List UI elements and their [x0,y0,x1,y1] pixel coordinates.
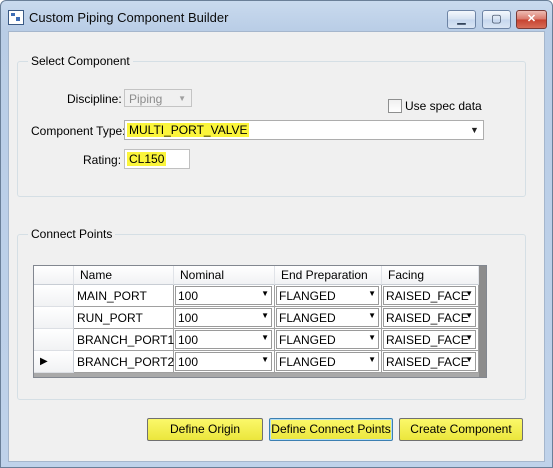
minimize-icon: ▁ [457,13,466,25]
column-header-end-preparation[interactable]: End Preparation [275,266,382,285]
facing-cell[interactable]: RAISED_FACE ▼ [382,351,479,373]
component-type-value: MULTI_PORT_VALVE [127,123,250,137]
end-prep-cell[interactable]: FLANGED ▼ [275,285,382,307]
diameter-cell[interactable]: 100 ▼ [174,351,275,373]
end-prep-value: FLANGED [279,333,336,347]
column-header-name[interactable]: Name [74,266,174,285]
use-spec-label[interactable]: Use spec data [405,99,482,113]
discipline-label: Discipline: [67,92,122,106]
facing-value: RAISED_FACE [386,289,469,303]
facing-select[interactable]: RAISED_FACE ▼ [383,286,476,305]
component-type-select[interactable]: MULTI_PORT_VALVE ▼ [124,120,484,140]
chevron-down-icon[interactable]: ▼ [465,289,473,298]
facing-value: RAISED_FACE [386,355,469,369]
discipline-select[interactable]: Piping ▼ [124,89,192,107]
end-prep-value: FLANGED [279,355,336,369]
minimize-button[interactable]: ▁ [447,10,476,29]
table-row-name-cell[interactable]: MAIN_PORT [74,285,174,307]
chevron-down-icon[interactable]: ▼ [261,355,269,364]
grid-corner-header [34,266,74,285]
chevron-down-icon[interactable]: ▼ [368,289,376,298]
end-prep-value: FLANGED [279,289,336,303]
end-prep-cell[interactable]: FLANGED ▼ [275,329,382,351]
define-origin-button[interactable]: Define Origin [147,418,263,441]
port-name: BRANCH_PORT1 [77,333,175,347]
chevron-down-icon[interactable]: ▼ [261,289,269,298]
chevron-down-icon: ▼ [178,94,186,103]
define-connect-points-button[interactable]: Define Connect Points [269,418,393,441]
close-button[interactable]: ✕ [516,10,547,29]
select-component-group-title: Select Component [28,54,133,68]
port-name: MAIN_PORT [77,289,147,303]
rating-value: CL150 [127,152,167,166]
facing-cell[interactable]: RAISED_FACE ▼ [382,307,479,329]
chevron-down-icon[interactable]: ▼ [368,311,376,320]
end-prep-select[interactable]: FLANGED ▼ [276,286,379,305]
diameter-cell[interactable]: 100 ▼ [174,329,275,351]
port-name: BRANCH_PORT2 [77,355,175,369]
end-prep-value: FLANGED [279,311,336,325]
diameter-cell[interactable]: 100 ▼ [174,307,275,329]
connect-points-grid: Name Nominal Diameter End Preparation Fa… [33,265,487,378]
discipline-value: Piping [129,92,163,106]
diameter-select[interactable]: 100 ▼ [175,330,272,349]
use-spec-checkbox[interactable] [388,99,402,113]
chevron-down-icon[interactable]: ▼ [261,311,269,320]
table-row-name-cell[interactable]: RUN_PORT [74,307,174,329]
facing-cell[interactable]: RAISED_FACE ▼ [382,329,479,351]
diameter-value: 100 [178,311,199,325]
diameter-cell[interactable]: 100 ▼ [174,285,275,307]
column-header-facing[interactable]: Facing [382,266,479,285]
chevron-down-icon[interactable]: ▼ [368,355,376,364]
facing-select[interactable]: RAISED_FACE ▼ [383,308,476,327]
facing-select[interactable]: RAISED_FACE ▼ [383,352,476,371]
diameter-value: 100 [178,333,199,347]
facing-value: RAISED_FACE [386,311,469,325]
row-header[interactable] [34,285,74,307]
end-prep-cell[interactable]: FLANGED ▼ [275,351,382,373]
close-icon: ✕ [526,13,537,25]
component-type-label: Component Type: [31,124,126,138]
row-header[interactable] [34,329,74,351]
chevron-down-icon[interactable]: ▼ [261,333,269,342]
end-prep-select[interactable]: FLANGED ▼ [276,352,379,371]
facing-cell[interactable]: RAISED_FACE ▼ [382,285,479,307]
column-header-nominal-diameter[interactable]: Nominal Diameter [174,266,275,300]
rating-label: Rating: [83,153,122,167]
diameter-select[interactable]: 100 ▼ [175,308,272,327]
facing-value: RAISED_FACE [386,333,469,347]
maximize-icon: ▢ [491,13,502,25]
end-prep-select[interactable]: FLANGED ▼ [276,308,379,327]
end-prep-cell[interactable]: FLANGED ▼ [275,307,382,329]
end-prep-select[interactable]: FLANGED ▼ [276,330,379,349]
facing-select[interactable]: RAISED_FACE ▼ [383,330,476,349]
chevron-down-icon[interactable]: ▼ [465,311,473,320]
chevron-down-icon[interactable]: ▼ [465,333,473,342]
port-name: RUN_PORT [77,311,143,325]
diameter-select[interactable]: 100 ▼ [175,286,272,305]
table-row-name-cell[interactable]: BRANCH_PORT1 [74,329,174,351]
row-header-current[interactable]: ▶ [34,351,74,373]
diameter-select[interactable]: 100 ▼ [175,352,272,371]
connect-points-group-title: Connect Points [28,227,116,241]
chevron-down-icon[interactable]: ▼ [368,333,376,342]
window-title: Custom Piping Component Builder [29,10,229,25]
row-header[interactable] [34,307,74,329]
chevron-down-icon[interactable]: ▼ [465,355,473,364]
maximize-button[interactable]: ▢ [482,10,511,29]
chevron-down-icon[interactable]: ▼ [467,122,482,138]
rating-input[interactable]: CL150 [124,149,190,169]
diameter-value: 100 [178,355,199,369]
diameter-value: 100 [178,289,199,303]
app-icon [8,10,24,25]
title-bar[interactable]: Custom Piping Component Builder ▁ ▢ ✕ [1,1,552,31]
create-component-button[interactable]: Create Component [399,418,523,441]
table-row-name-cell[interactable]: BRANCH_PORT2 [74,351,174,373]
grid-scrollbar[interactable] [479,266,486,377]
current-row-arrow-icon: ▶ [40,356,48,367]
